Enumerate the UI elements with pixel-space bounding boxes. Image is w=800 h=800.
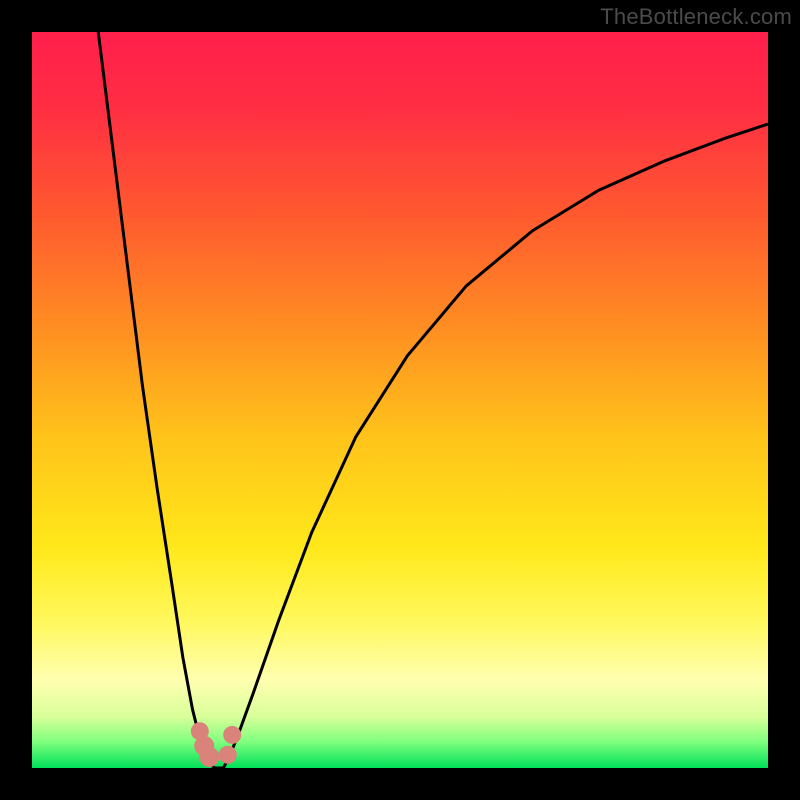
plot-area (32, 32, 768, 768)
data-marker (219, 746, 237, 764)
chart-canvas (32, 32, 768, 768)
data-marker (199, 747, 219, 767)
gradient-background (32, 32, 768, 768)
watermark-text: TheBottleneck.com (600, 4, 792, 30)
data-marker (223, 726, 241, 744)
chart-frame: TheBottleneck.com (0, 0, 800, 800)
